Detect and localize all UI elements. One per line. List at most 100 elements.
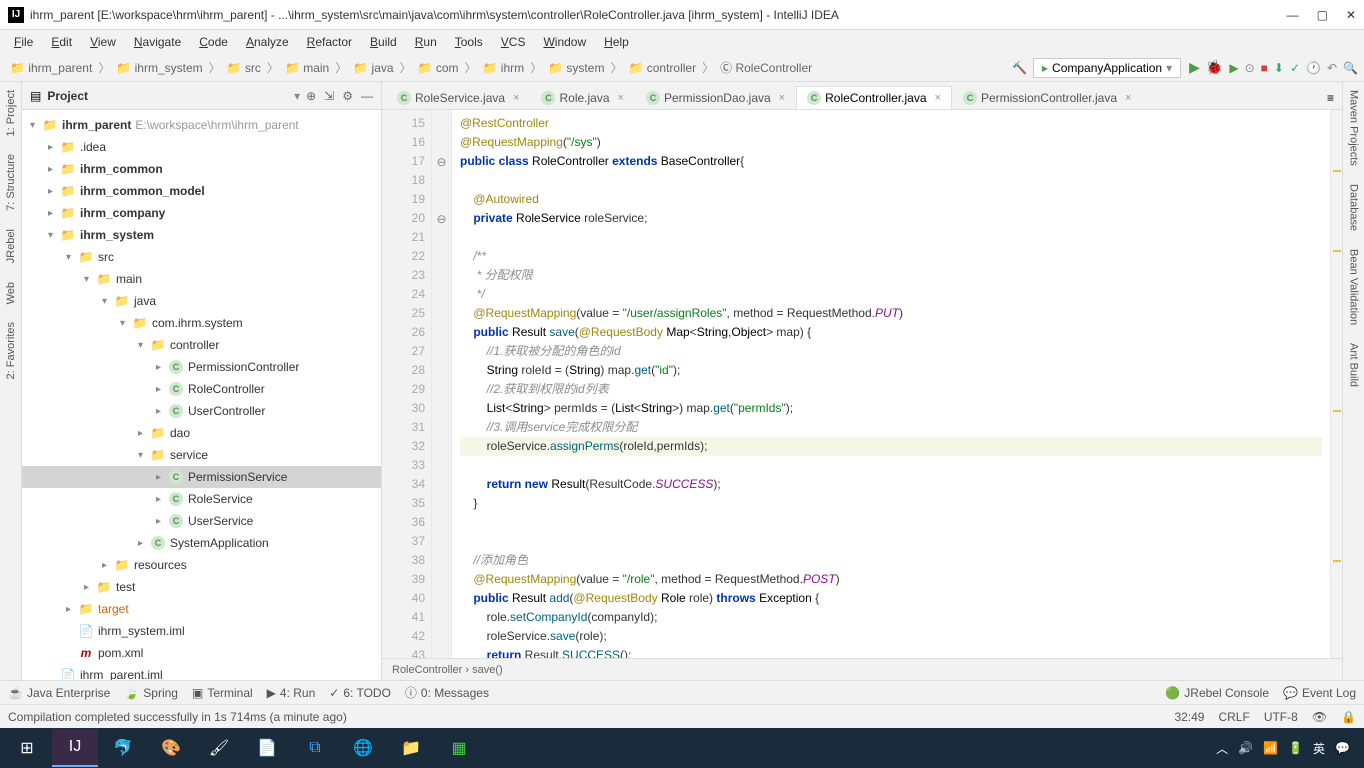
breadcrumb-item[interactable]: 📁 java — [353, 61, 393, 75]
vcs-commit-button[interactable]: ✓ — [1290, 61, 1300, 75]
taskbar-intellij[interactable]: IJ — [52, 729, 98, 767]
line-separator[interactable]: CRLF — [1218, 710, 1249, 724]
tree-node[interactable]: ▸📁ihrm_common_model — [22, 180, 381, 202]
code-editor[interactable]: @RestController @RequestMapping("/sys") … — [452, 110, 1330, 658]
menu-help[interactable]: Help — [596, 33, 637, 51]
jrebel-console-tab[interactable]: 🟢 JRebel Console — [1165, 686, 1269, 700]
editor-tab[interactable]: CRoleController.java× — [796, 86, 952, 109]
system-tray[interactable]: ︿ 🔊 📶 🔋 英 💬 — [1216, 740, 1360, 757]
taskbar-app-4[interactable]: 📄 — [244, 729, 290, 767]
tree-node[interactable]: ▸📁resources — [22, 554, 381, 576]
tool-tab[interactable]: 2: Favorites — [3, 318, 19, 383]
menu-code[interactable]: Code — [191, 33, 236, 51]
tool-tab[interactable]: 7: Structure — [3, 150, 19, 215]
tree-node[interactable]: ▾📁service — [22, 444, 381, 466]
profile-button[interactable]: ⊙ — [1245, 61, 1255, 75]
taskbar-app-1[interactable]: 🐬 — [100, 729, 146, 767]
tree-node[interactable]: 📄ihrm_system.iml — [22, 620, 381, 642]
java-enterprise-tab[interactable]: ☕ Java Enterprise — [8, 686, 110, 700]
tool-tab[interactable]: Maven Projects — [1346, 86, 1362, 170]
tray-battery-icon[interactable]: 🔋 — [1288, 741, 1303, 755]
event-log-tab[interactable]: 💬 Event Log — [1283, 686, 1356, 700]
build-icon[interactable]: 🔨 — [1012, 61, 1027, 75]
tree-node[interactable]: ▾📁ihrm_system — [22, 224, 381, 246]
coverage-button[interactable]: ▶ — [1229, 61, 1238, 75]
tree-node[interactable]: mpom.xml — [22, 642, 381, 664]
run-button[interactable]: ▶ — [1189, 59, 1200, 76]
taskbar-app-3[interactable]: 🖌 — [196, 729, 242, 767]
minimize-button[interactable]: — — [1287, 8, 1299, 22]
tree-node[interactable]: ▸📁ihrm_company — [22, 202, 381, 224]
breadcrumb-item[interactable]: Ⓒ RoleController — [720, 59, 812, 76]
tree-node[interactable]: ▾📁src — [22, 246, 381, 268]
tree-node[interactable]: ▸📁test — [22, 576, 381, 598]
menu-analyze[interactable]: Analyze — [238, 33, 297, 51]
breadcrumb-item[interactable]: 📁 ihrm — [483, 61, 525, 75]
menu-refactor[interactable]: Refactor — [299, 33, 360, 51]
maximize-button[interactable]: ▢ — [1317, 8, 1328, 22]
hide-icon[interactable]: — — [361, 89, 373, 103]
tree-node[interactable]: ▾📁main — [22, 268, 381, 290]
scroll-from-source-icon[interactable]: ⊕ — [306, 89, 316, 103]
cursor-position[interactable]: 32:49 — [1174, 710, 1204, 724]
editor-tab[interactable]: CRole.java× — [530, 86, 634, 109]
tree-node[interactable]: ▸📁target — [22, 598, 381, 620]
todo-tab[interactable]: ✓ 6: TODO — [329, 686, 391, 700]
menu-tools[interactable]: Tools — [447, 33, 491, 51]
breadcrumb-item[interactable]: 📁 com — [418, 61, 459, 75]
settings-icon[interactable]: ⚙ — [342, 89, 353, 103]
start-button[interactable]: ⊞ — [4, 729, 50, 767]
menu-window[interactable]: Window — [535, 33, 594, 51]
vcs-update-button[interactable]: ⬇ — [1274, 61, 1284, 75]
run-configuration-selector[interactable]: ▸ CompanyApplication ▾ — [1033, 58, 1181, 78]
project-tree[interactable]: ▾📁ihrm_parentE:\workspace\hrm\ihrm_paren… — [22, 110, 381, 680]
tree-node[interactable]: ▸CPermissionService — [22, 466, 381, 488]
menu-vcs[interactable]: VCS — [493, 33, 534, 51]
menu-run[interactable]: Run — [407, 33, 445, 51]
breadcrumb[interactable]: 📁 ihrm_parent〉📁 ihrm_system〉📁 src〉📁 main… — [6, 59, 816, 76]
tree-node[interactable]: ▾📁controller — [22, 334, 381, 356]
tool-tab[interactable]: Database — [1346, 180, 1362, 235]
tree-node[interactable]: ▸CUserService — [22, 510, 381, 532]
tool-tab[interactable]: Bean Validation — [1346, 245, 1362, 329]
tree-node[interactable]: ▸CUserController — [22, 400, 381, 422]
tree-node[interactable]: ▸CPermissionController — [22, 356, 381, 378]
inspection-indicator[interactable]: 👁 — [1312, 710, 1327, 724]
spring-tab[interactable]: 🍃 Spring — [124, 686, 178, 700]
taskbar-app-6[interactable]: ▦ — [436, 729, 482, 767]
debug-button[interactable]: 🐞 — [1206, 59, 1223, 76]
terminal-tab[interactable]: ▣ Terminal — [192, 686, 253, 700]
tree-node[interactable]: ▾📁java — [22, 290, 381, 312]
stop-button[interactable]: ■ — [1261, 61, 1268, 75]
file-encoding[interactable]: UTF-8 — [1264, 710, 1298, 724]
tree-node[interactable]: ▾📁com.ihrm.system — [22, 312, 381, 334]
tree-node[interactable]: ▸CRoleController — [22, 378, 381, 400]
vcs-revert-button[interactable]: ↶ — [1327, 61, 1337, 75]
menu-view[interactable]: View — [82, 33, 124, 51]
editor-tab[interactable]: CPermissionController.java× — [952, 86, 1143, 109]
editor-tab[interactable]: CRoleService.java× — [386, 86, 530, 109]
taskbar-app-5[interactable]: ⧉ — [292, 729, 338, 767]
breadcrumb-item[interactable]: 📁 src — [227, 61, 261, 75]
menu-edit[interactable]: Edit — [43, 33, 80, 51]
gutter-icons[interactable]: ⊖⊖ — [432, 110, 452, 658]
breadcrumb-item[interactable]: 📁 controller — [628, 61, 696, 75]
messages-tab[interactable]: ⓘ 0: Messages — [405, 684, 489, 701]
tray-notifications-icon[interactable]: 💬 — [1335, 741, 1350, 755]
editor-tab-menu[interactable]: ≡ — [1319, 87, 1342, 109]
project-view-icon[interactable]: ▤ — [30, 89, 41, 103]
tree-node[interactable]: ▸CRoleService — [22, 488, 381, 510]
menu-navigate[interactable]: Navigate — [126, 33, 189, 51]
tree-node[interactable]: ▸📁.idea — [22, 136, 381, 158]
tree-node[interactable]: 📄ihrm_parent.iml — [22, 664, 381, 680]
project-view-dropdown[interactable]: ▾ — [294, 89, 300, 103]
tree-node[interactable]: ▸📁dao — [22, 422, 381, 444]
editor-tab[interactable]: CPermissionDao.java× — [635, 86, 796, 109]
taskbar-explorer[interactable]: 📁 — [388, 729, 434, 767]
search-button[interactable]: 🔍 — [1343, 61, 1358, 75]
vcs-history-button[interactable]: 🕐 — [1306, 61, 1321, 75]
collapse-all-icon[interactable]: ⇲ — [324, 89, 334, 103]
menu-build[interactable]: Build — [362, 33, 405, 51]
tool-tab[interactable]: Ant Build — [1346, 339, 1362, 391]
tray-ime[interactable]: 英 — [1313, 740, 1325, 757]
